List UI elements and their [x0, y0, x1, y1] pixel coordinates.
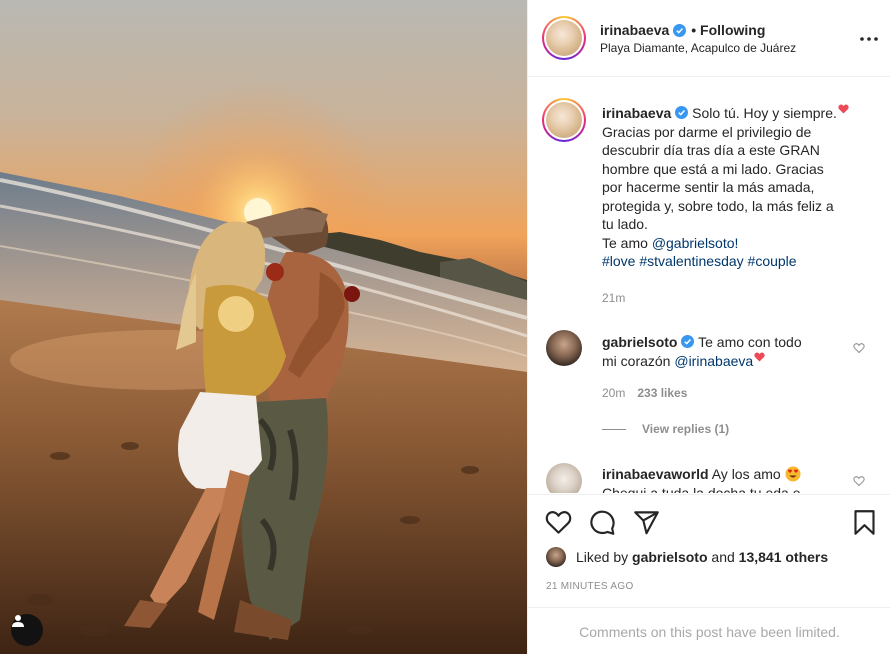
comment-2-cut-line: Chequi a tuda la docha tu eda e	[602, 484, 801, 494]
comment-2: irinabaevaworld Ay los amo Chequi a tuda…	[602, 465, 864, 493]
comment-1-author[interactable]: gabrielsoto	[602, 334, 677, 350]
post-photo[interactable]	[0, 0, 527, 654]
red-heart-emoji-icon	[754, 352, 765, 362]
heart-icon[interactable]	[545, 509, 572, 536]
likes-count[interactable]: 13,841 others	[739, 549, 829, 565]
caption-author-avatar[interactable]	[542, 98, 586, 142]
heart-eyes-emoji-icon	[785, 466, 801, 482]
avatar-image	[546, 20, 582, 56]
verified-badge-icon	[673, 23, 687, 37]
caption-author-username[interactable]: irinabaeva	[602, 105, 671, 121]
author-username[interactable]: irinabaeva	[600, 22, 669, 38]
comment-1-likes[interactable]: 233 likes	[637, 386, 687, 400]
post-side-panel: irinabaeva • Following Playa Diamante, A…	[527, 0, 890, 654]
likes-prefix: Liked by	[576, 549, 629, 565]
user-tag-button[interactable]	[11, 614, 43, 646]
red-heart-emoji-icon	[838, 104, 849, 114]
bookmark-icon[interactable]	[851, 509, 878, 536]
caption-mention-link[interactable]: @gabrielsoto!	[652, 235, 739, 251]
liker-avatar[interactable]	[546, 547, 566, 567]
comment-2-author-avatar[interactable]	[546, 463, 582, 493]
caption-line-6: protegida y, sobre todo, la más feliz a	[602, 197, 834, 214]
post-location[interactable]: Playa Diamante, Acapulco de Juárez	[600, 41, 796, 55]
likes-summary: Liked by gabrielsoto and 13,841 others	[546, 547, 828, 567]
comment-2-author[interactable]: irinabaevaworld	[602, 466, 709, 482]
likes-user[interactable]: gabrielsoto	[632, 549, 707, 565]
comments-limited-notice: Comments on this post have been limited.	[528, 607, 890, 654]
comment-1-mention[interactable]: @irinabaeva	[674, 353, 753, 369]
verified-badge-icon	[675, 106, 689, 119]
comment-icon[interactable]	[589, 509, 616, 536]
caption-line-3: descubrir día tras día a este GRAN	[602, 142, 820, 158]
caption-line-7: tu lado.	[602, 216, 648, 232]
view-replies-label: View replies (1)	[642, 422, 730, 436]
likes-middle: and	[707, 549, 739, 565]
verified-badge-icon	[681, 335, 695, 348]
post-timestamp[interactable]: 21 MINUTES AGO	[546, 581, 634, 592]
paper-plane-icon[interactable]	[633, 509, 660, 536]
comment-2-text: Ay los amo	[711, 466, 781, 482]
beach-sunset-photo	[0, 0, 527, 654]
replies-divider	[602, 428, 626, 430]
following-status[interactable]: • Following	[691, 22, 765, 38]
comment-1-text-line2: mi corazón	[602, 352, 675, 369]
caption-line-4: hombre que está a mi lado. Gracias	[602, 160, 824, 177]
comment-1: gabrielsoto Te amo con todo mi corazón @…	[602, 333, 864, 370]
caption-love-text: Te amo	[602, 234, 652, 251]
caption-hashtags[interactable]: #love #stvalentinesday #couple	[602, 253, 797, 269]
comment-author-avatar[interactable]	[546, 330, 582, 366]
caption-line-5: por hacerme sentir la más amada,	[602, 179, 815, 195]
caption-time[interactable]: 21m	[602, 291, 625, 305]
author-avatar[interactable]	[542, 16, 586, 60]
post-actions: Liked by gabrielsoto and 13,841 others 2…	[528, 494, 890, 654]
comment-like-heart-icon[interactable]	[853, 342, 865, 354]
comments-list[interactable]: irinabaeva Solo tú. Hoy y siempre. Graci…	[528, 78, 890, 493]
caption-line-2: Gracias por darme el privilegio de	[602, 123, 812, 140]
comment-2-like-heart-icon[interactable]	[853, 475, 865, 487]
caption: irinabaeva Solo tú. Hoy y siempre. Graci…	[602, 104, 864, 271]
more-options-button[interactable]	[859, 29, 879, 49]
caption-line-1: Solo tú. Hoy y siempre.	[692, 105, 837, 121]
view-replies-button[interactable]: View replies (1)	[602, 422, 729, 436]
comment-1-text-line1: Te amo con todo	[698, 334, 802, 350]
post-header: irinabaeva • Following Playa Diamante, A…	[528, 0, 890, 77]
more-horizontal-icon	[860, 37, 878, 41]
comment-1-meta: 20m 233 likes	[602, 386, 687, 400]
comment-1-time[interactable]: 20m	[602, 386, 625, 400]
user-tag-icon	[12, 615, 24, 627]
